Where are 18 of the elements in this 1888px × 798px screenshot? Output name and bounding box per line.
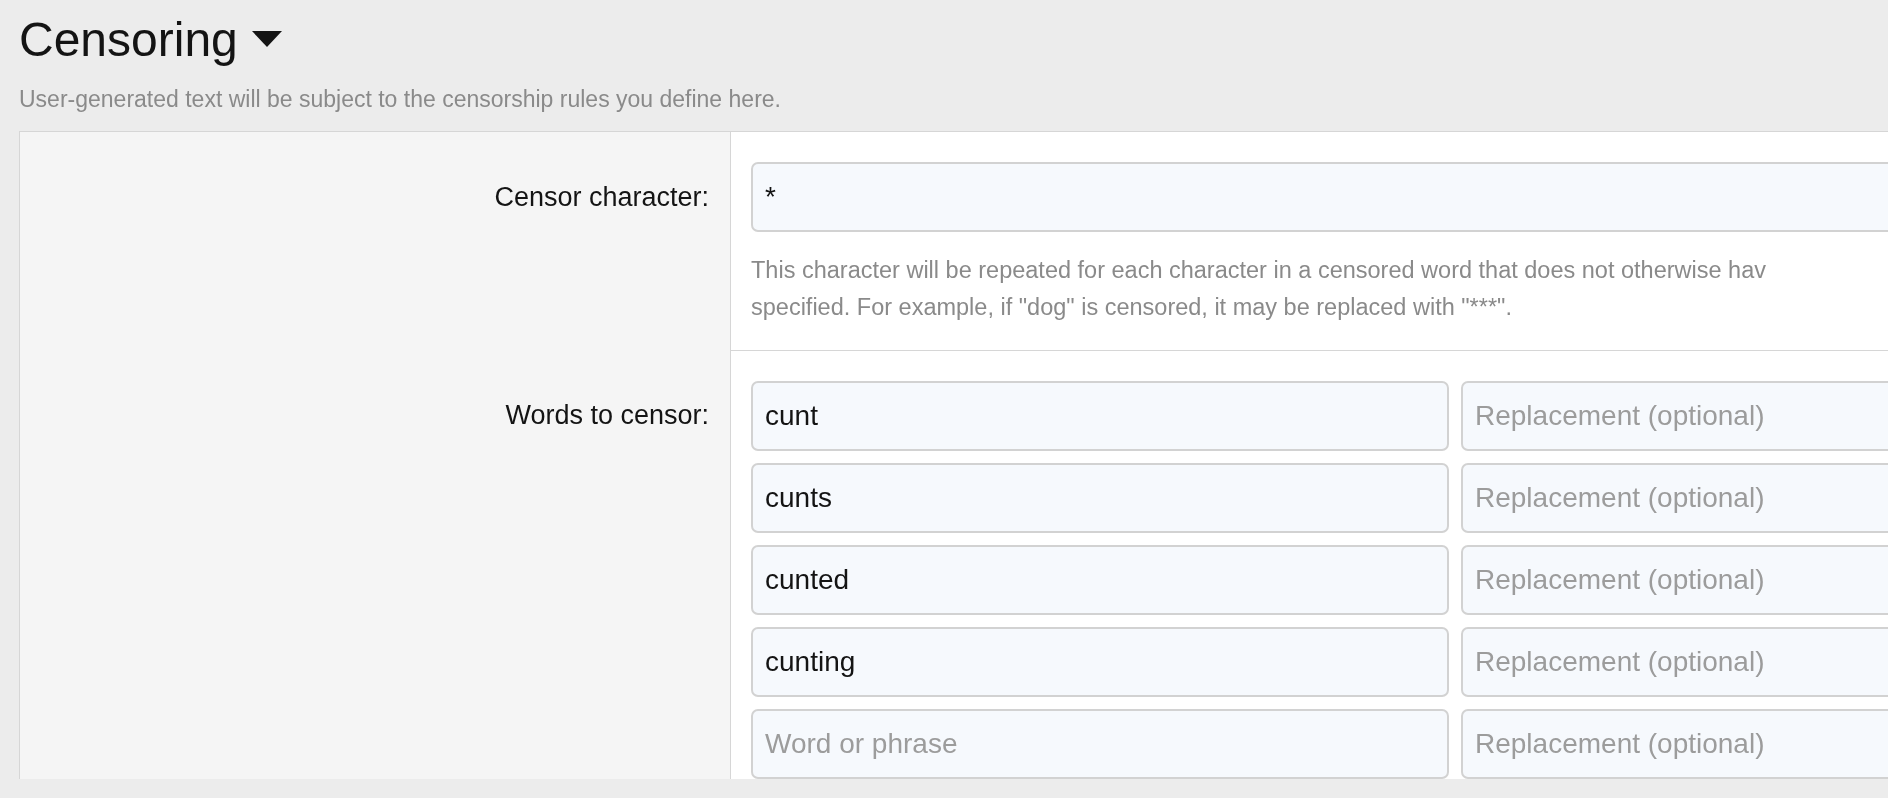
field-label: Censor character: <box>494 182 709 213</box>
replacement-field[interactable]: Replacement (optional) <box>1461 709 1888 779</box>
replacement-field[interactable]: Replacement (optional) <box>1461 545 1888 615</box>
field-label: Words to censor: <box>505 400 709 431</box>
replacement-field[interactable]: Replacement (optional) <box>1461 463 1888 533</box>
replacement-field[interactable]: Replacement (optional) <box>1461 381 1888 451</box>
replacement-field[interactable]: Replacement (optional) <box>1461 627 1888 697</box>
page-title: Censoring <box>19 16 238 64</box>
help-text: This character will be repeated for each character in a censored word that does not otherwise hav <box>751 256 1766 285</box>
censor-character-field[interactable]: * <box>751 162 1888 232</box>
page-description: User-generated text will be subject to the censorship rules you define here. <box>19 86 781 113</box>
word-field[interactable]: cunts <box>751 463 1449 533</box>
word-field[interactable]: Word or phrase <box>751 709 1449 779</box>
word-field[interactable]: cunting <box>751 627 1449 697</box>
word-field[interactable]: cunted <box>751 545 1449 615</box>
word-field[interactable]: cunt <box>751 381 1449 451</box>
help-text: specified. For example, if "dog" is censored, it may be replaced with "***". <box>751 293 1512 322</box>
dropdown-caret-icon[interactable] <box>251 31 282 49</box>
